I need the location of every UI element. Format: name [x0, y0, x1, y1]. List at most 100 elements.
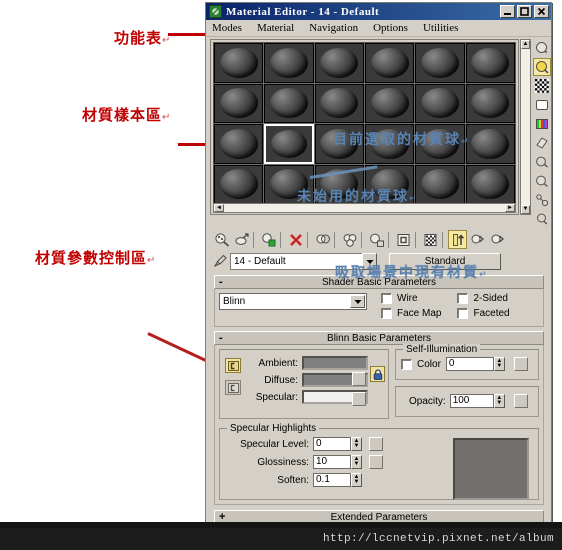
material-effects-channel-icon[interactable] [394, 230, 413, 249]
sample-slot[interactable] [415, 43, 465, 83]
specular-level-input[interactable]: 0 [313, 437, 351, 451]
menu-item-modes[interactable]: Modes [212, 21, 251, 35]
menu-item-utilities[interactable]: Utilities [423, 21, 467, 35]
sample-uv-tiling-icon[interactable] [532, 96, 551, 114]
scroll-left-icon[interactable]: ◄ [214, 204, 224, 212]
sample-slot[interactable] [214, 43, 264, 83]
material-sphere [471, 128, 510, 159]
checkbox-label-face-map: Face Map [397, 308, 442, 319]
menu-item-navigation[interactable]: Navigation [309, 21, 367, 35]
opacity-map-button[interactable] [513, 394, 528, 408]
checkbox-faceted[interactable] [457, 308, 469, 319]
specular-map-shortcut-button[interactable] [352, 392, 366, 406]
chevron-down-icon[interactable] [350, 295, 365, 308]
scroll-up-icon[interactable]: ▲ [521, 40, 530, 49]
rollup-header-blinn-basic[interactable]: - Blinn Basic Parameters [214, 331, 544, 345]
window-titlebar[interactable]: Material Editor - 14 - Default [206, 3, 551, 20]
sample-grid-vertical-scrollbar[interactable]: ▲ ▼ [520, 39, 531, 215]
checkbox-self-illum-color[interactable] [401, 358, 412, 370]
checkbox-face-map[interactable] [381, 308, 392, 319]
material-sphere [320, 47, 359, 78]
get-material-icon[interactable] [212, 230, 231, 249]
make-preview-icon[interactable] [532, 134, 551, 152]
make-material-copy-icon[interactable] [313, 230, 332, 249]
material-sphere [421, 47, 459, 78]
menu-item-options[interactable]: Options [373, 21, 417, 35]
sample-slot[interactable] [264, 83, 314, 123]
background-checker-icon[interactable] [532, 77, 551, 95]
reset-map-material-icon[interactable] [286, 230, 305, 249]
specular-level-map-button[interactable] [369, 437, 383, 451]
material-sphere [471, 88, 510, 119]
ambient-map-button[interactable] [225, 358, 241, 373]
material-map-navigator-icon[interactable] [532, 191, 551, 209]
sample-slot[interactable] [415, 164, 465, 204]
shader-type-dropdown[interactable]: Blinn [219, 293, 367, 310]
sample-slot[interactable] [314, 83, 364, 123]
close-button[interactable] [534, 5, 549, 18]
sample-slot[interactable] [214, 83, 264, 123]
glossiness-spinner[interactable]: ▲ ▼ [351, 455, 362, 469]
options-icon[interactable] [532, 153, 551, 171]
material-sphere [421, 88, 459, 119]
sample-slot[interactable] [465, 164, 515, 204]
sample-slot[interactable] [364, 83, 415, 123]
video-color-check-icon[interactable] [532, 115, 551, 133]
self-illum-map-button[interactable] [513, 357, 528, 371]
select-by-material-icon[interactable] [532, 172, 551, 190]
sample-slot[interactable] [364, 43, 415, 83]
sample-slot[interactable] [214, 124, 264, 164]
annotation-unused-sphere: 未始用的材質球↵ [297, 189, 419, 205]
self-illum-value-input[interactable]: 0 [445, 357, 494, 371]
sample-slot[interactable] [264, 43, 314, 83]
diffuse-map-button[interactable] [225, 380, 241, 395]
material-sphere [219, 88, 258, 119]
put-to-library-icon[interactable] [367, 230, 386, 249]
lock-ambient-diffuse-icon[interactable] [370, 366, 385, 382]
sample-slot[interactable] [465, 83, 515, 123]
opacity-label: Opacity: [409, 395, 446, 407]
menu-item-material[interactable]: Material [257, 21, 303, 35]
pick-material-from-object-icon[interactable] [210, 253, 230, 271]
ambient-color-swatch[interactable] [302, 356, 368, 370]
sample-options-toolbar [532, 39, 551, 228]
material-sphere [471, 169, 510, 200]
sample-slot-selected[interactable] [264, 124, 314, 164]
material-navigator-extra-icon[interactable] [532, 210, 551, 228]
sample-type-sphere-icon[interactable] [532, 39, 551, 57]
sample-slot[interactable] [314, 43, 364, 83]
sample-slot[interactable] [415, 83, 465, 123]
scroll-right-icon[interactable]: ► [505, 204, 515, 212]
sample-slot[interactable] [465, 43, 515, 83]
specular-level-label: Specular Level: [240, 438, 309, 450]
maximize-button[interactable] [517, 5, 532, 18]
go-to-parent-icon[interactable] [468, 230, 487, 249]
sample-slot[interactable] [465, 124, 515, 164]
diffuse-map-shortcut-button[interactable] [352, 372, 366, 386]
opacity-spinner[interactable]: ▲ ▼ [493, 394, 505, 408]
make-unique-icon[interactable] [340, 230, 359, 249]
backlight-icon[interactable] [532, 58, 551, 76]
go-forward-to-sibling-icon[interactable] [488, 230, 507, 249]
checkbox-2-sided[interactable] [457, 293, 469, 304]
sample-slot[interactable] [214, 164, 264, 204]
minimize-button[interactable] [500, 5, 515, 18]
soften-input[interactable]: 0.1 [313, 473, 351, 487]
soften-spinner[interactable]: ▲ ▼ [351, 473, 362, 487]
put-material-to-scene-icon[interactable] [232, 230, 251, 249]
show-end-result-icon[interactable] [448, 230, 467, 249]
scroll-down-icon[interactable]: ▼ [521, 205, 530, 214]
opacity-input[interactable]: 100 [449, 394, 494, 408]
rollup-title: Extended Parameters [330, 511, 428, 523]
checkbox-wire[interactable] [381, 293, 392, 304]
assign-material-to-selection-icon[interactable] [259, 230, 278, 249]
basic-color-group: Ambient: Diffuse: Specular: [219, 349, 389, 419]
self-illum-spinner[interactable]: ▲ ▼ [493, 357, 505, 371]
checkbox-label-2-sided: 2-Sided [473, 293, 508, 304]
show-map-in-viewport-icon[interactable] [421, 230, 440, 249]
diffuse-label: Diffuse: [264, 374, 298, 386]
glossiness-input[interactable]: 10 [313, 455, 351, 469]
scrollbar-track[interactable] [521, 49, 530, 205]
specular-level-spinner[interactable]: ▲ ▼ [351, 437, 362, 451]
glossiness-map-button[interactable] [369, 455, 383, 469]
